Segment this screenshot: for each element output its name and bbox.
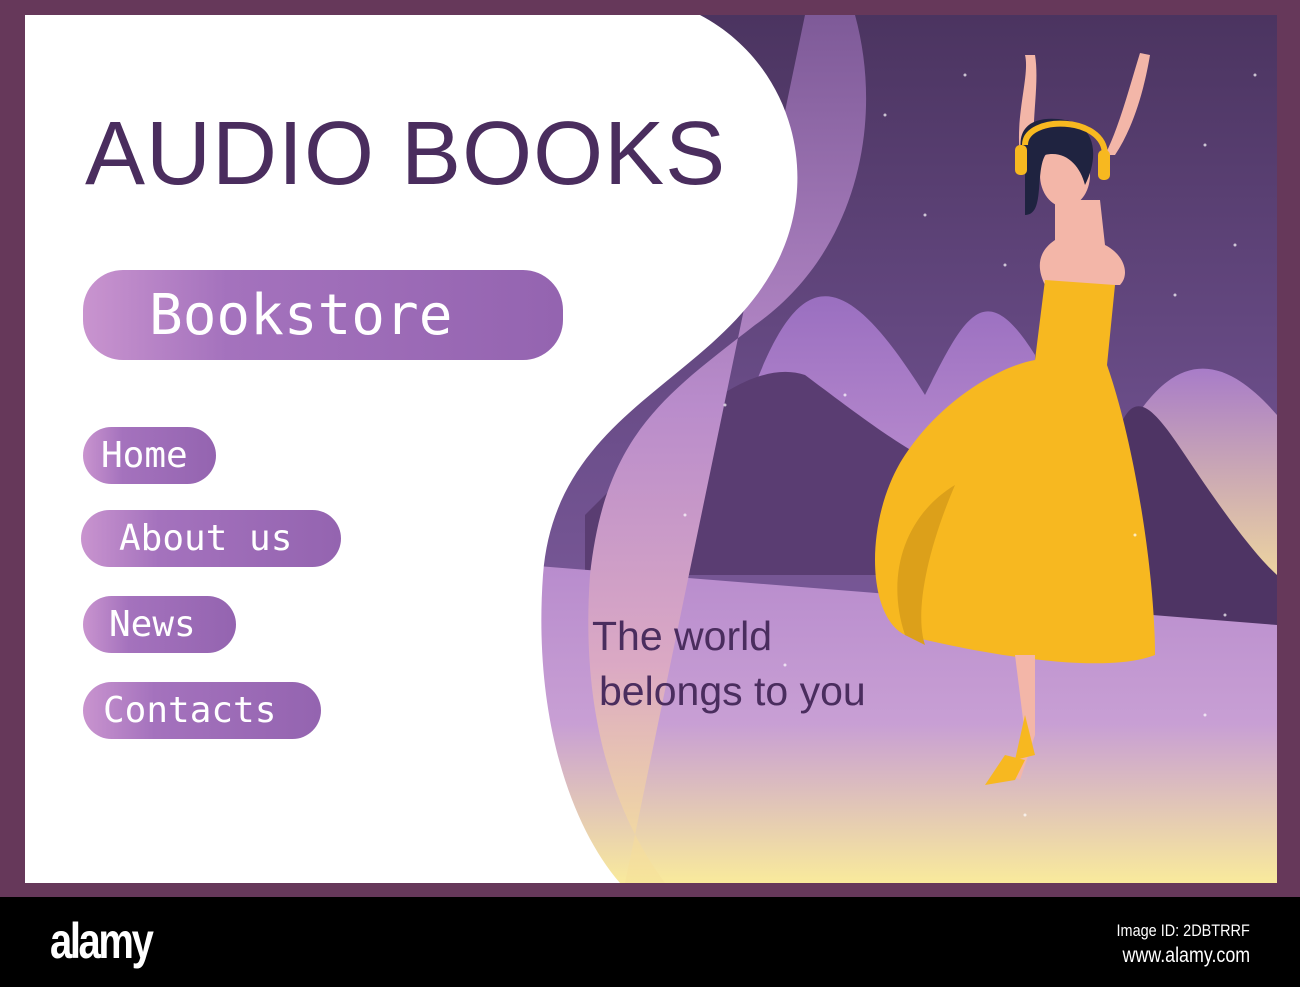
nav-news[interactable]: News bbox=[83, 596, 236, 653]
site-url: www.alamy.com bbox=[1122, 944, 1250, 967]
image-id: Image ID: 2DBTRRF bbox=[1116, 921, 1250, 940]
tagline-line-2: belongs to you bbox=[599, 668, 866, 714]
nav-contacts[interactable]: Contacts bbox=[83, 682, 321, 739]
alamy-logo: alamy bbox=[50, 913, 154, 969]
landing-page: AUDIO BOOKS Bookstore Home About us News… bbox=[25, 15, 1277, 883]
tagline-line-1: The world bbox=[592, 613, 773, 659]
nav-home[interactable]: Home bbox=[83, 427, 216, 484]
nav-about-us[interactable]: About us bbox=[81, 510, 341, 567]
page-title: AUDIO BOOKS bbox=[85, 104, 727, 204]
bookstore-button[interactable]: Bookstore bbox=[83, 270, 563, 360]
